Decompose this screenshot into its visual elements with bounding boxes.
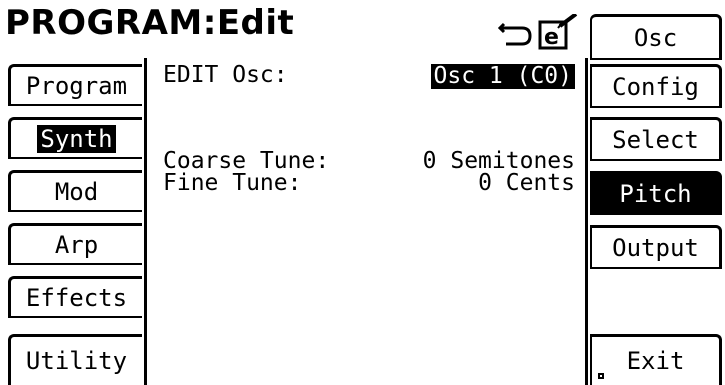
tab-config[interactable]: Config [590,64,722,108]
tab-pitch[interactable]: Pitch [590,171,722,215]
tab-pitch-label: Pitch [619,179,692,208]
tab-osc-label: Osc [633,23,678,52]
fine-tune-label: Fine Tune: [163,170,302,196]
edit-osc-label: EDIT Osc: [163,62,288,88]
tab-config-label: Config [612,72,699,101]
undo-icon[interactable] [498,22,532,46]
edit-osc-row: EDIT Osc: Osc 1 (C0) [163,64,575,89]
tab-output-label: Output [612,233,699,262]
edit-panel: EDIT Osc: Osc 1 (C0) Coarse Tune: 0 Semi… [144,58,588,385]
osc-select-value[interactable]: Osc 1 (C0) [430,64,575,89]
edit-document-icon[interactable]: e [538,14,578,50]
tab-mod-label: Mod [54,177,99,206]
tab-select-label: Select [612,125,699,154]
tab-effects-label: Effects [25,283,128,312]
tab-output[interactable]: Output [590,225,722,269]
tab-utility[interactable]: Utility [8,334,142,385]
tab-utility-label: Utility [25,347,128,375]
tab-effects[interactable]: Effects [8,276,142,318]
tab-program[interactable]: Program [8,64,142,106]
fine-tune-value[interactable]: 0 Cents [478,172,575,195]
tab-osc[interactable]: Osc [590,14,722,60]
exit-button[interactable]: Exit [590,334,722,385]
page-title: PROGRAM:Edit [5,3,295,43]
tab-arp[interactable]: Arp [8,223,142,265]
tab-synth[interactable]: Synth [8,117,142,159]
tab-mod[interactable]: Mod [8,170,142,212]
param-row-fine[interactable]: Fine Tune: 0 Cents [163,172,575,195]
tab-select[interactable]: Select [590,117,722,161]
svg-text:e: e [544,25,559,50]
exit-marker-icon [598,373,604,379]
tab-synth-label: Synth [37,124,116,153]
tab-program-label: Program [25,71,128,100]
exit-label: Exit [626,347,685,375]
header-icons: e [498,14,578,50]
tab-arp-label: Arp [54,230,99,259]
